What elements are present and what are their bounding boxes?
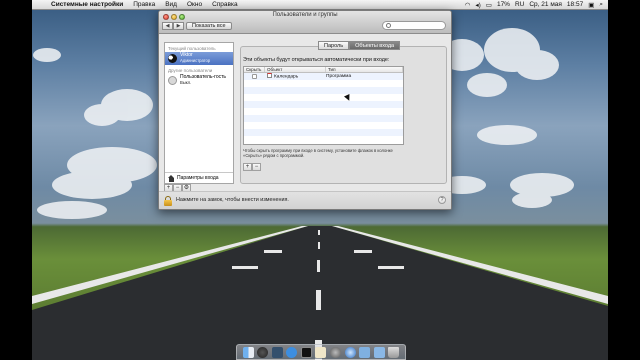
show-all-button[interactable]: Показать все xyxy=(186,22,232,30)
battery-icon[interactable]: ▭ xyxy=(486,1,492,9)
finder-icon[interactable] xyxy=(242,346,254,358)
login-options-item[interactable]: Параметры входа xyxy=(165,172,233,183)
back-button[interactable]: ◀ xyxy=(162,22,173,30)
hide-checkbox[interactable] xyxy=(252,74,257,79)
column-item[interactable]: Объект xyxy=(265,67,326,72)
login-items-pane: Эти объекты будут открываться автоматиче… xyxy=(240,46,447,184)
login-items-buttons: + − xyxy=(243,163,261,171)
forward-button[interactable]: ▶ xyxy=(173,22,184,30)
downloads-folder-icon[interactable] xyxy=(373,346,385,358)
spotlight-icon[interactable]: ⌕ xyxy=(599,1,603,9)
avatar xyxy=(168,54,177,63)
home-icon xyxy=(168,174,175,182)
menu-window[interactable]: Окно xyxy=(182,1,207,8)
dock xyxy=(236,344,406,360)
guest-avatar xyxy=(168,76,177,85)
remove-login-item-button[interactable]: − xyxy=(252,163,261,171)
users-list[interactable]: Текущий пользователь Viktor Администрато… xyxy=(164,42,234,184)
window-toolbar: Пользователи и группы ◀ ▶ Показать все xyxy=(159,11,451,34)
item-name: Календарь xyxy=(274,74,299,80)
nav-buttons: ◀ ▶ xyxy=(162,22,184,30)
users-groups-window: Пользователи и группы ◀ ▶ Показать все Т… xyxy=(158,10,452,210)
empty-row xyxy=(244,94,403,101)
empty-row xyxy=(244,101,403,108)
empty-row xyxy=(244,136,403,143)
table-body: Календарь Программа xyxy=(244,73,403,143)
desktop: Системные настройки Правка Вид Окно Спра… xyxy=(32,0,608,360)
menu-extras: ◠ ◂) ▭ 17% RU Ср, 21 мая 18:57 ▣ ⌕ xyxy=(465,1,608,9)
search-field[interactable] xyxy=(382,21,446,30)
clock-time[interactable]: 18:57 xyxy=(567,1,583,8)
search-input[interactable] xyxy=(393,22,443,29)
runway xyxy=(32,226,608,360)
column-hide[interactable]: Скрыть xyxy=(244,67,265,72)
lock-bar: Нажмите на замок, чтобы внести изменения… xyxy=(159,191,451,209)
other-users-header: Другие пользователи xyxy=(168,68,213,73)
user-icon[interactable]: ▣ xyxy=(588,1,594,9)
login-options-label: Параметры входа xyxy=(177,175,219,181)
guest-status: Выкл. xyxy=(180,79,192,85)
column-kind[interactable]: Тип xyxy=(326,67,403,72)
clock-date[interactable]: Ср, 21 мая xyxy=(529,1,562,8)
menu-view[interactable]: Вид xyxy=(160,1,182,8)
terminal-icon[interactable] xyxy=(300,346,312,358)
safari-icon[interactable] xyxy=(344,346,356,358)
empty-row xyxy=(244,115,403,122)
trash-icon[interactable] xyxy=(388,346,400,358)
menu-help[interactable]: Справка xyxy=(207,1,243,8)
app-store-icon[interactable] xyxy=(286,346,298,358)
tab-login-items[interactable]: Объекты входа xyxy=(349,41,401,50)
documents-folder-icon[interactable] xyxy=(359,346,371,358)
wifi-icon[interactable]: ◠ xyxy=(465,1,471,9)
empty-row xyxy=(244,80,403,87)
search-icon xyxy=(386,23,391,28)
empty-row xyxy=(244,108,403,115)
user-role: Администратор xyxy=(180,57,211,63)
current-user-header: Текущий пользователь xyxy=(168,46,216,51)
login-items-table[interactable]: Скрыть Объект Тип Календарь Программа xyxy=(243,66,404,145)
system-preferences-icon[interactable] xyxy=(330,346,342,358)
input-language[interactable]: RU xyxy=(515,1,524,8)
menu-system-preferences[interactable]: Системные настройки xyxy=(46,1,128,8)
help-button[interactable]: ? xyxy=(438,196,446,204)
battery-percent[interactable]: 17% xyxy=(497,1,510,8)
empty-row xyxy=(244,122,403,129)
empty-row xyxy=(244,129,403,136)
lock-icon[interactable] xyxy=(164,196,172,206)
window-title: Пользователи и группы xyxy=(272,12,338,18)
login-items-caption: Эти объекты будут открываться автоматиче… xyxy=(243,57,390,63)
empty-row xyxy=(244,87,403,94)
menu-edit[interactable]: Правка xyxy=(128,1,160,8)
lock-message: Нажмите на замок, чтобы внести изменения… xyxy=(176,197,289,203)
tab-bar: Пароль Объекты входа xyxy=(318,41,401,50)
menu-bar: Системные настройки Правка Вид Окно Спра… xyxy=(32,0,608,10)
dashboard-icon[interactable] xyxy=(257,346,269,358)
tab-password[interactable]: Пароль xyxy=(318,41,350,50)
item-type: Программа xyxy=(326,74,352,79)
volume-icon[interactable]: ◂) xyxy=(475,1,480,9)
calendar-icon xyxy=(267,73,272,78)
hide-hint: Чтобы скрыть программу при входе в систе… xyxy=(243,148,393,158)
user-item-viktor[interactable]: Viktor Администратор xyxy=(165,52,233,65)
mission-control-icon[interactable] xyxy=(271,346,283,358)
user-item-guest[interactable]: Пользователь-гость Выкл. xyxy=(165,74,233,87)
add-login-item-button[interactable]: + xyxy=(243,163,252,171)
notes-icon[interactable] xyxy=(315,346,327,358)
table-row[interactable]: Календарь Программа xyxy=(244,73,403,80)
